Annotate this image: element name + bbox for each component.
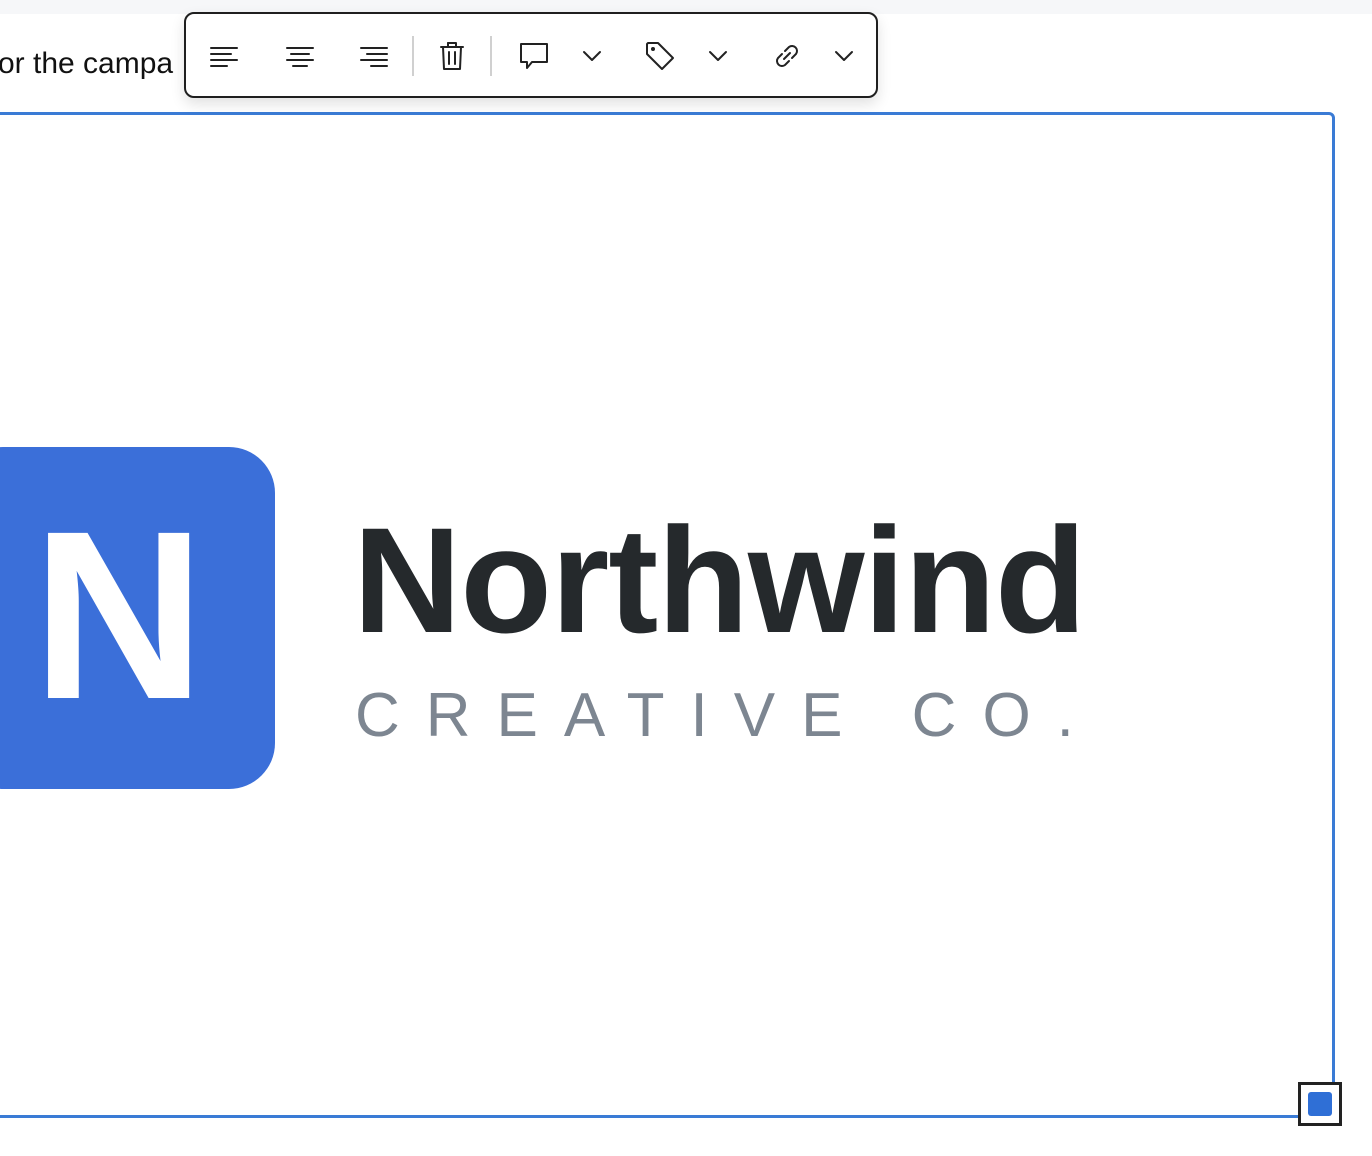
toolbar-divider [490,36,492,76]
align-right-button[interactable] [352,34,396,78]
logo-subtitle: CREATIVE CO. [355,681,1100,750]
toolbar-divider [412,36,414,76]
tag-icon [644,40,676,72]
align-left-icon [209,44,239,68]
image-toolbar [184,12,878,98]
logo-letter: N [32,481,206,749]
comment-button[interactable] [512,34,608,78]
link-icon [770,41,804,71]
selected-image[interactable]: N Northwind CREATIVE CO. [0,112,1335,1118]
chevron-down-icon [834,50,854,62]
image-resize-handle[interactable] [1298,1082,1342,1126]
chevron-down-icon [582,50,602,62]
align-left-button[interactable] [202,34,246,78]
document-text[interactable]: or the campa [0,44,173,84]
resize-handle-dot [1308,1092,1332,1116]
comment-icon [518,41,550,71]
logo-name: Northwind [353,496,1087,664]
link-button[interactable] [764,34,860,78]
align-center-button[interactable] [278,34,322,78]
align-center-icon [285,44,315,68]
align-right-icon [359,44,389,68]
tag-button[interactable] [638,34,734,78]
chevron-down-icon [708,50,728,62]
delete-button[interactable] [430,34,474,78]
trash-icon [439,40,465,72]
